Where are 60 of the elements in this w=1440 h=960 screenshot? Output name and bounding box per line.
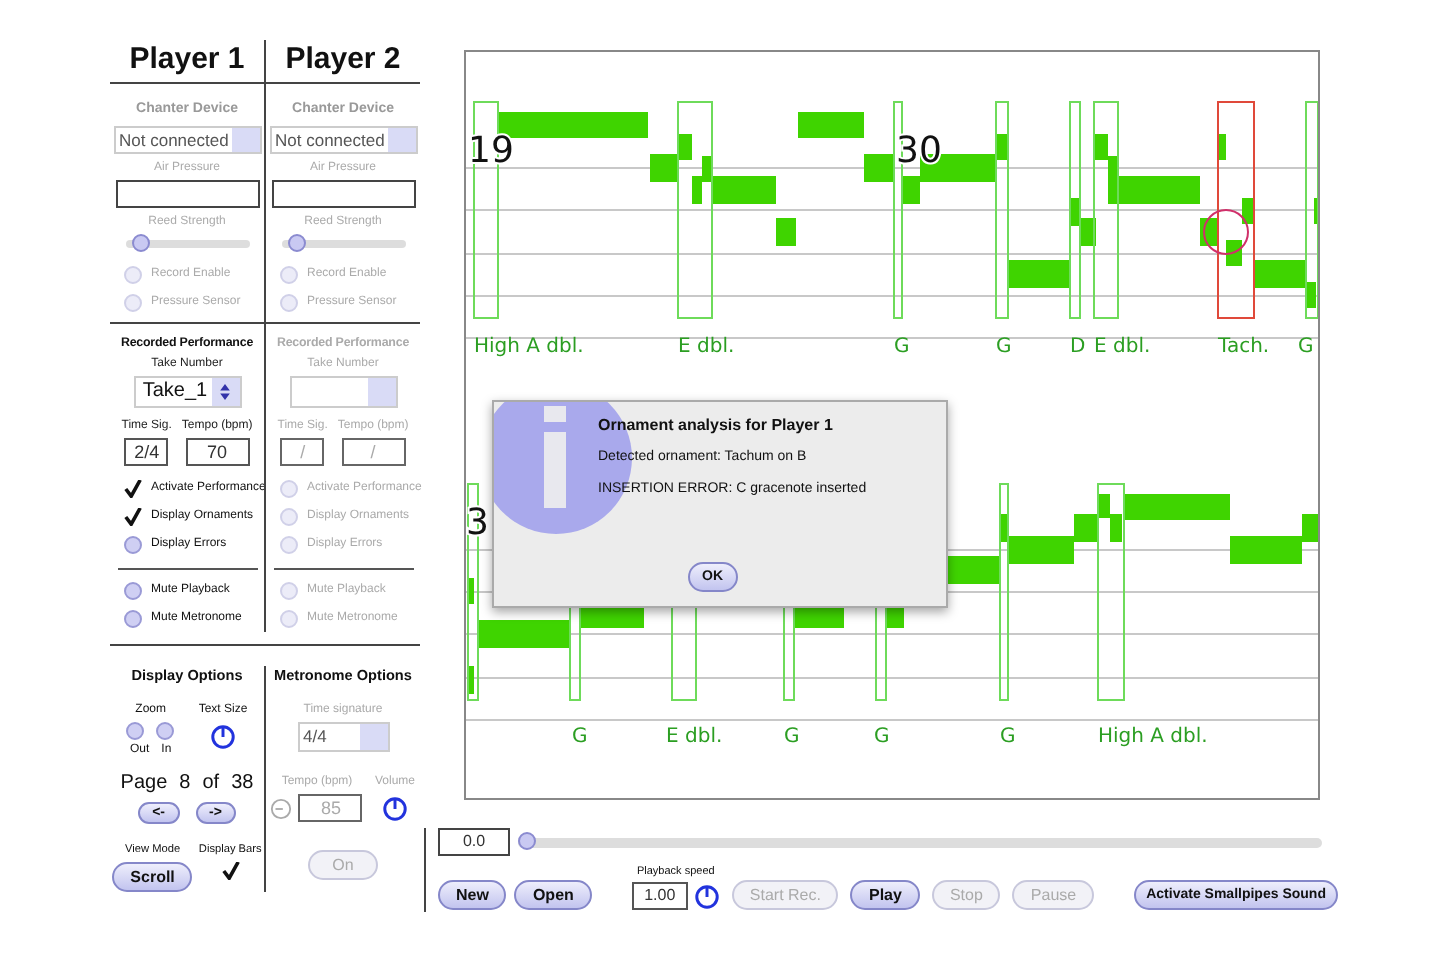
ornament-label: G [784, 726, 800, 748]
dial-knob[interactable] [693, 884, 720, 910]
ornament-label: Tach. [1218, 336, 1270, 358]
view-mode-button[interactable]: Scroll [112, 862, 193, 892]
ornament-label: G [996, 336, 1012, 358]
note-bar [1226, 240, 1242, 266]
ornament-label: E dbl. [666, 726, 723, 748]
seek-slider[interactable] [518, 837, 1322, 847]
player-title: Player 2 [266, 40, 420, 84]
playback-button[interactable]: Play [850, 880, 920, 910]
note-bar [468, 578, 474, 604]
checkbox[interactable] [123, 609, 141, 627]
ornament-label: High A dbl. [1098, 726, 1208, 748]
ornament-label: G [894, 336, 910, 358]
page-label: Page [120, 772, 168, 794]
reset-icon[interactable] [270, 797, 293, 819]
note-bar [864, 154, 894, 182]
tempo-field[interactable]: 70 [185, 438, 250, 466]
ornament-label: D [1070, 336, 1086, 358]
note-bar [478, 620, 570, 648]
dialog-title: Ornament analysis for Player 1 [598, 416, 835, 434]
page-of-label: of [202, 772, 220, 794]
ornament-label: G [572, 726, 588, 748]
reed-strength-slider[interactable] [125, 240, 249, 248]
page-total: 38 [231, 772, 254, 794]
file-button[interactable]: New [438, 880, 507, 910]
air-pressure-meter [115, 180, 259, 208]
ornament-label: G [1000, 726, 1016, 748]
file-button[interactable]: Open [514, 880, 592, 910]
dial-knob[interactable] [210, 724, 236, 750]
player-title: Player 1 [110, 40, 264, 84]
air-pressure-meter [271, 180, 415, 208]
position-field[interactable]: 0.0 [438, 828, 510, 856]
error-circle [1203, 209, 1249, 255]
checkbox[interactable] [221, 862, 240, 880]
zoom-out-button[interactable] [126, 722, 145, 740]
ornament-label: E dbl. [1094, 336, 1151, 358]
reed-strength-slider[interactable] [281, 240, 405, 248]
checkbox[interactable] [123, 535, 141, 553]
ornament-label: G [1298, 336, 1314, 358]
dial-knob[interactable] [381, 796, 408, 822]
checkbox[interactable] [123, 507, 141, 525]
note-bar [776, 218, 796, 246]
checkbox[interactable] [123, 581, 141, 599]
playback-speed-field[interactable]: 1.00 [631, 882, 688, 910]
time-signature-field[interactable]: 2/4 [124, 438, 169, 466]
take-dropdown[interactable]: Take_1 [133, 376, 241, 408]
note-bar [1242, 198, 1254, 224]
ornament-label: G [874, 726, 890, 748]
ornament-label: E dbl. [678, 336, 735, 358]
note-bar [1008, 260, 1070, 288]
page-number: 8 [179, 772, 191, 794]
take-dropdown[interactable] [289, 376, 397, 408]
ornament-label: High A dbl. [474, 336, 584, 358]
zoom-in-button[interactable] [156, 722, 175, 740]
note-bar [798, 112, 864, 138]
note-bar [1218, 134, 1226, 160]
note-bar [468, 666, 474, 694]
stepper-icon[interactable] [220, 384, 230, 400]
checkbox[interactable] [123, 479, 141, 497]
